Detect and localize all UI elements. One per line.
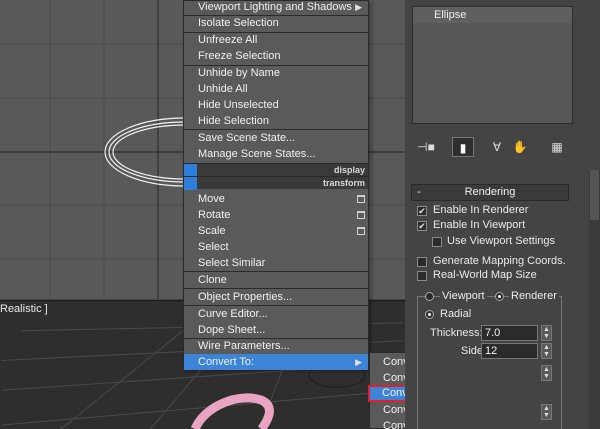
menu-item-freeze-selection[interactable]: Freeze Selection bbox=[184, 48, 368, 64]
thickness-spinner-icon[interactable]: ▲ ▼ bbox=[541, 325, 552, 341]
checkbox-enable-in-renderer[interactable]: ✔ bbox=[417, 206, 427, 216]
label-thickness: Thickness: bbox=[430, 327, 483, 339]
menu-item-save-scene-state[interactable]: Save Scene State... bbox=[184, 130, 368, 146]
extra-spinner-icon[interactable]: ▲ ▼ bbox=[541, 404, 552, 420]
menu-item-manage-scene-states[interactable]: Manage Scene States... bbox=[184, 146, 368, 162]
checkbox-use-viewport-settings[interactable] bbox=[432, 237, 442, 247]
menu-item-unhide-by-name[interactable]: Unhide by Name bbox=[184, 65, 368, 81]
scrollbar-thumb[interactable] bbox=[590, 170, 599, 220]
submenu-arrow-icon: ▶ bbox=[355, 2, 362, 12]
quadrant-title-transform: transform bbox=[322, 178, 365, 188]
menu-item-dope-sheet[interactable]: Dope Sheet... bbox=[184, 322, 368, 338]
quadrant-bar-display[interactable]: display bbox=[184, 163, 368, 177]
radio-viewport[interactable] bbox=[425, 292, 434, 301]
radio-radial[interactable] bbox=[425, 310, 434, 319]
make-unique-icon[interactable]: ∀ bbox=[486, 137, 508, 157]
menu-item-object-properties[interactable]: Object Properties... bbox=[184, 289, 368, 305]
pin-stack-icon[interactable]: ⊣■ bbox=[414, 137, 438, 157]
modifier-stack-list[interactable]: Ellipse bbox=[412, 6, 573, 124]
configure-sets-icon[interactable]: ▦ bbox=[546, 137, 568, 157]
checkbox-real-world-map[interactable] bbox=[417, 271, 427, 281]
menu-item-isolate-selection[interactable]: Isolate Selection bbox=[184, 15, 368, 31]
show-end-result-icon[interactable]: ▮ bbox=[452, 137, 474, 157]
stack-item-ellipse[interactable]: Ellipse bbox=[413, 7, 572, 23]
menu-item-rotate[interactable]: Rotate bbox=[184, 207, 368, 223]
settings-box-icon[interactable] bbox=[357, 195, 365, 203]
label-radio-radial: Radial bbox=[440, 308, 472, 320]
menu-item-hide-unselected[interactable]: Hide Unselected bbox=[184, 97, 368, 113]
command-panel-scrollbar[interactable] bbox=[589, 170, 600, 429]
menu-item-clone[interactable]: Clone bbox=[184, 272, 368, 288]
menu-item-curve-editor[interactable]: Curve Editor... bbox=[184, 306, 368, 322]
thickness-input[interactable]: 7.0 bbox=[481, 325, 538, 341]
label-enable-in-viewport: Enable In Viewport bbox=[433, 219, 526, 231]
menu-item-unfreeze-all[interactable]: Unfreeze All bbox=[184, 32, 368, 48]
checkbox-enable-in-viewport[interactable]: ✔ bbox=[417, 221, 427, 231]
menu-item-convert-to[interactable]: Convert To: ▶ bbox=[184, 354, 368, 370]
quadrant-bar-transform[interactable]: transform bbox=[184, 176, 368, 190]
label-real-world-map: Real-World Map Size bbox=[433, 269, 537, 281]
remove-modifier-icon[interactable]: ✋ bbox=[509, 137, 531, 157]
menu-item-hide-selection[interactable]: Hide Selection bbox=[184, 113, 368, 129]
menu-item-unhide-all[interactable]: Unhide All bbox=[184, 81, 368, 97]
menu-item-wire-parameters[interactable]: Wire Parameters... bbox=[184, 338, 368, 354]
menu-item-move[interactable]: Move bbox=[184, 191, 368, 207]
radio-renderer[interactable] bbox=[495, 292, 504, 301]
angle-spinner-icon[interactable]: ▲ ▼ bbox=[541, 365, 552, 381]
submenu-arrow-icon: ▶ bbox=[355, 357, 362, 367]
rollout-title: Rendering bbox=[464, 186, 516, 198]
label-use-viewport-settings: Use Viewport Settings bbox=[447, 235, 556, 247]
pink-torus bbox=[190, 393, 274, 429]
settings-box-icon[interactable] bbox=[357, 211, 365, 219]
menu-item-select-similar[interactable]: Select Similar bbox=[184, 255, 368, 271]
label-radio-renderer: Renderer bbox=[509, 290, 559, 302]
settings-box-icon[interactable] bbox=[357, 227, 365, 235]
label-radio-viewport: Viewport bbox=[440, 290, 487, 302]
label-generate-mapping: Generate Mapping Coords. bbox=[433, 255, 566, 267]
quad-menu: Viewport Lighting and Shadows ▶ Isolate S… bbox=[183, 0, 369, 370]
menu-item-viewport-lighting[interactable]: Viewport Lighting and Shadows ▶ bbox=[184, 0, 368, 15]
rendering-rollout-header[interactable]: - Rendering bbox=[411, 184, 569, 201]
sides-input[interactable]: 12 bbox=[481, 343, 538, 359]
quadrant-indicator bbox=[184, 177, 197, 190]
label-enable-in-renderer: Enable In Renderer bbox=[433, 204, 529, 216]
checkbox-generate-mapping[interactable] bbox=[417, 257, 427, 267]
menu-item-scale[interactable]: Scale bbox=[184, 223, 368, 239]
sides-spinner-icon[interactable]: ▲ ▼ bbox=[541, 343, 552, 359]
menu-item-select[interactable]: Select bbox=[184, 239, 368, 255]
viewport-shading-label[interactable]: Realistic ] bbox=[0, 303, 48, 315]
